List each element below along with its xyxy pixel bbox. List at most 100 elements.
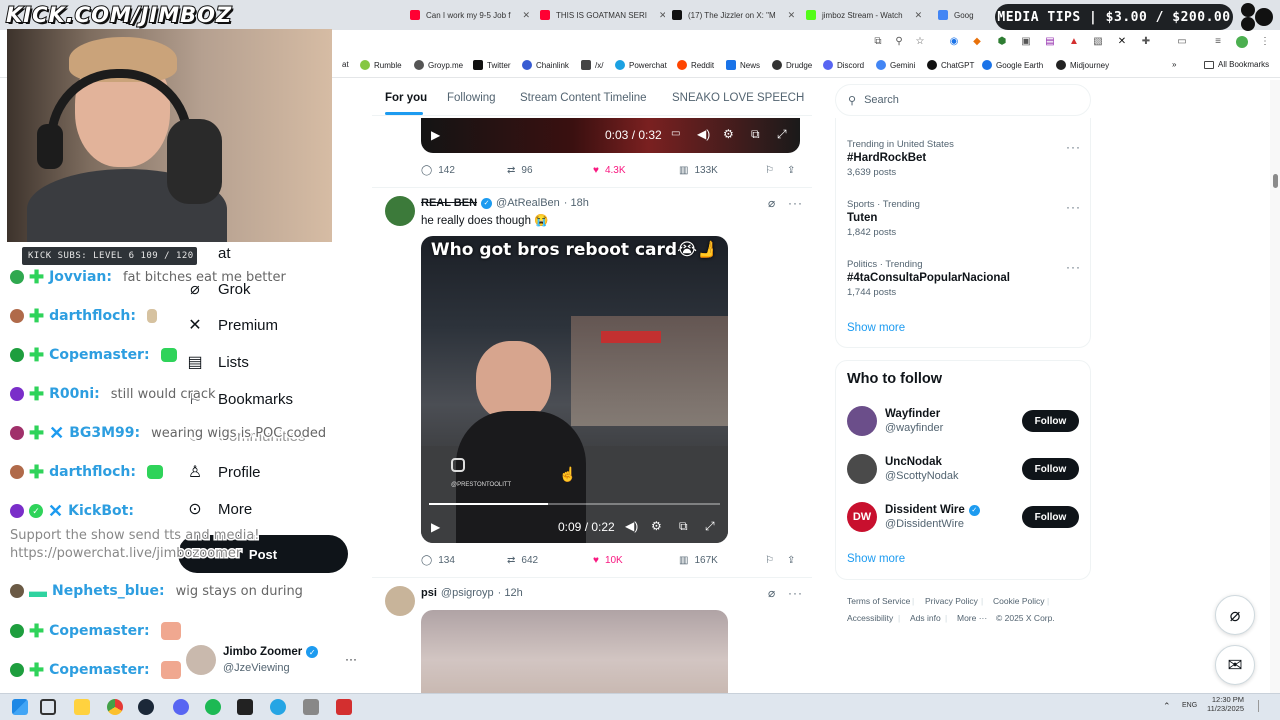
- more-icon[interactable]: ···: [1066, 140, 1081, 154]
- fullscreen-icon[interactable]: ⤢: [705, 519, 715, 534]
- follow-suggestion[interactable]: DW Dissident Wire ✓ @DissidentWire: [847, 502, 980, 532]
- bookmark-item[interactable]: Groyp.me: [414, 60, 463, 70]
- extension-icon[interactable]: ▣: [1020, 36, 1032, 48]
- bookmark-item[interactable]: Twitter: [473, 60, 511, 70]
- star-icon[interactable]: ☆: [914, 36, 926, 48]
- follow-button[interactable]: Follow: [1022, 410, 1079, 432]
- footer-link[interactable]: Cookie Policy: [993, 596, 1045, 606]
- extension-icon[interactable]: ▧: [1092, 36, 1104, 48]
- like-button[interactable]: ♥ 10K: [593, 555, 623, 566]
- chevron-right-icon[interactable]: »: [1172, 60, 1176, 69]
- tray-chevron-icon[interactable]: ⌃: [1163, 701, 1171, 712]
- video-player[interactable]: Who got bros reboot card😭🫸 @PRESTONTOOLI…: [421, 236, 728, 543]
- telegram-icon[interactable]: [270, 699, 286, 715]
- pip-icon[interactable]: ⧉: [751, 127, 760, 142]
- extension-icon[interactable]: ◉: [948, 36, 960, 48]
- language-indicator[interactable]: ENG: [1182, 702, 1197, 709]
- task-view-icon[interactable]: [40, 699, 56, 715]
- bookmark-item[interactable]: Gemini: [876, 60, 915, 70]
- browser-tab[interactable]: Goog: [938, 4, 988, 26]
- app-icon[interactable]: [237, 699, 253, 715]
- show-desktop-button[interactable]: [1258, 700, 1268, 712]
- video-player[interactable]: ▶ 0:03 / 0:32 ▭ ◀) ⚙ ⧉ ⤢: [421, 118, 800, 153]
- clock[interactable]: 12:30 PM 11/23/2025: [1202, 695, 1244, 713]
- messages-button[interactable]: ✉: [1215, 645, 1255, 685]
- install-icon[interactable]: ⧉: [872, 36, 884, 48]
- reply-button[interactable]: ◯ 134: [421, 555, 455, 566]
- page-scrollbar[interactable]: [1270, 80, 1280, 693]
- discord-icon[interactable]: [173, 699, 189, 715]
- views-button[interactable]: ▥ 133K: [679, 165, 718, 176]
- more-icon[interactable]: ···: [1066, 260, 1081, 274]
- bookmark-icon[interactable]: ⚐: [765, 165, 774, 176]
- show-more-trends-link[interactable]: Show more: [847, 322, 905, 334]
- tweet-avatar[interactable]: [385, 196, 415, 226]
- video-progress-track[interactable]: [429, 503, 720, 505]
- app-icon[interactable]: [336, 699, 352, 715]
- tweet-author-name[interactable]: psi: [421, 587, 437, 599]
- footer-link[interactable]: Terms of Service: [847, 596, 910, 606]
- zoom-icon[interactable]: ⚲: [893, 36, 905, 48]
- chrome-icon[interactable]: [107, 699, 123, 715]
- tweet-handle[interactable]: @AtRealBen: [496, 197, 560, 209]
- nav-item-profile[interactable]: ♙ Profile: [186, 463, 261, 482]
- footer-link[interactable]: Accessibility: [847, 613, 893, 623]
- close-tab-icon[interactable]: ✕: [915, 10, 923, 21]
- trend-item[interactable]: Trending in United States #HardRockBet 3…: [847, 139, 954, 178]
- tweet-time[interactable]: · 18h: [564, 197, 589, 209]
- tweet-handle[interactable]: @psigroyp: [441, 587, 494, 599]
- follow-suggestion[interactable]: Wayfinder @wayfinder: [847, 406, 943, 436]
- bookmark-item[interactable]: Google Earth: [982, 60, 1043, 70]
- tweet-image[interactable]: [421, 610, 728, 693]
- x-logo-icon[interactable]: ✕: [1116, 36, 1128, 48]
- nav-item-partial[interactable]: at: [186, 244, 231, 262]
- footer-link[interactable]: Ads info: [910, 613, 941, 623]
- close-tab-icon[interactable]: ✕: [659, 10, 665, 21]
- browser-tab[interactable]: jimboz Stream - Watch ✕: [806, 4, 934, 26]
- nav-item-lists[interactable]: ▤ Lists: [186, 353, 248, 372]
- grok-button[interactable]: ⌀: [1215, 595, 1255, 635]
- bookmark-item[interactable]: ChatGPT: [927, 60, 974, 70]
- tweet-avatar[interactable]: [385, 586, 415, 616]
- menu-kebab-icon[interactable]: ⋮: [1259, 36, 1271, 48]
- repost-button[interactable]: ⇄ 96: [507, 165, 533, 176]
- bookmark-item[interactable]: Chainlink: [522, 60, 569, 70]
- grok-icon[interactable]: ⌀: [768, 586, 776, 600]
- follow-button[interactable]: Follow: [1022, 458, 1079, 480]
- file-explorer-icon[interactable]: [74, 699, 90, 715]
- play-icon[interactable]: ▶: [431, 520, 440, 534]
- share-icon[interactable]: ⇪: [787, 555, 795, 566]
- share-icon[interactable]: ⇪: [787, 165, 795, 176]
- nav-item-more[interactable]: ⊙ More: [186, 500, 252, 519]
- views-button[interactable]: ▥ 167K: [679, 555, 718, 566]
- extension-icon[interactable]: ▲: [1068, 36, 1080, 48]
- captions-icon[interactable]: ▭: [671, 128, 680, 139]
- extension-icon[interactable]: ◆: [971, 36, 983, 48]
- close-tab-icon[interactable]: ✕: [788, 10, 796, 21]
- more-icon[interactable]: ···: [1066, 200, 1081, 214]
- account-name-row[interactable]: Jimbo Zoomer ✓: [223, 646, 319, 658]
- footer-more-link[interactable]: More ···: [957, 613, 987, 623]
- bookmark-item[interactable]: Rumble: [360, 60, 402, 70]
- app-icon[interactable]: [303, 699, 319, 715]
- bookmark-item[interactable]: Discord: [823, 60, 864, 70]
- account-more-icon[interactable]: ···: [345, 652, 357, 666]
- fullscreen-icon[interactable]: ⤢: [777, 127, 787, 142]
- tab-sneako-love-speech[interactable]: SNEAKO LOVE SPEECH: [672, 92, 804, 104]
- bookmark-item[interactable]: at: [342, 60, 349, 69]
- steam-icon[interactable]: [138, 699, 154, 715]
- extensions-puzzle-icon[interactable]: ✚: [1140, 36, 1152, 48]
- bookmark-item[interactable]: Drudge: [772, 60, 812, 70]
- follow-suggestion[interactable]: UncNodak @ScottyNodak: [847, 454, 959, 484]
- close-tab-icon[interactable]: ✕: [522, 10, 530, 21]
- grok-icon[interactable]: ⌀: [768, 196, 776, 210]
- reply-button[interactable]: ◯ 142: [421, 165, 455, 176]
- pip-icon[interactable]: ⧉: [679, 519, 688, 534]
- profile-avatar-icon[interactable]: [1236, 36, 1248, 48]
- show-more-follow-link[interactable]: Show more: [847, 553, 905, 565]
- tab-for-you[interactable]: For you: [385, 92, 427, 104]
- more-icon[interactable]: ···: [788, 586, 803, 600]
- all-bookmarks[interactable]: All Bookmarks: [1204, 60, 1269, 69]
- tweet-time[interactable]: · 12h: [498, 587, 523, 599]
- bookmark-icon[interactable]: ⚐: [765, 555, 774, 566]
